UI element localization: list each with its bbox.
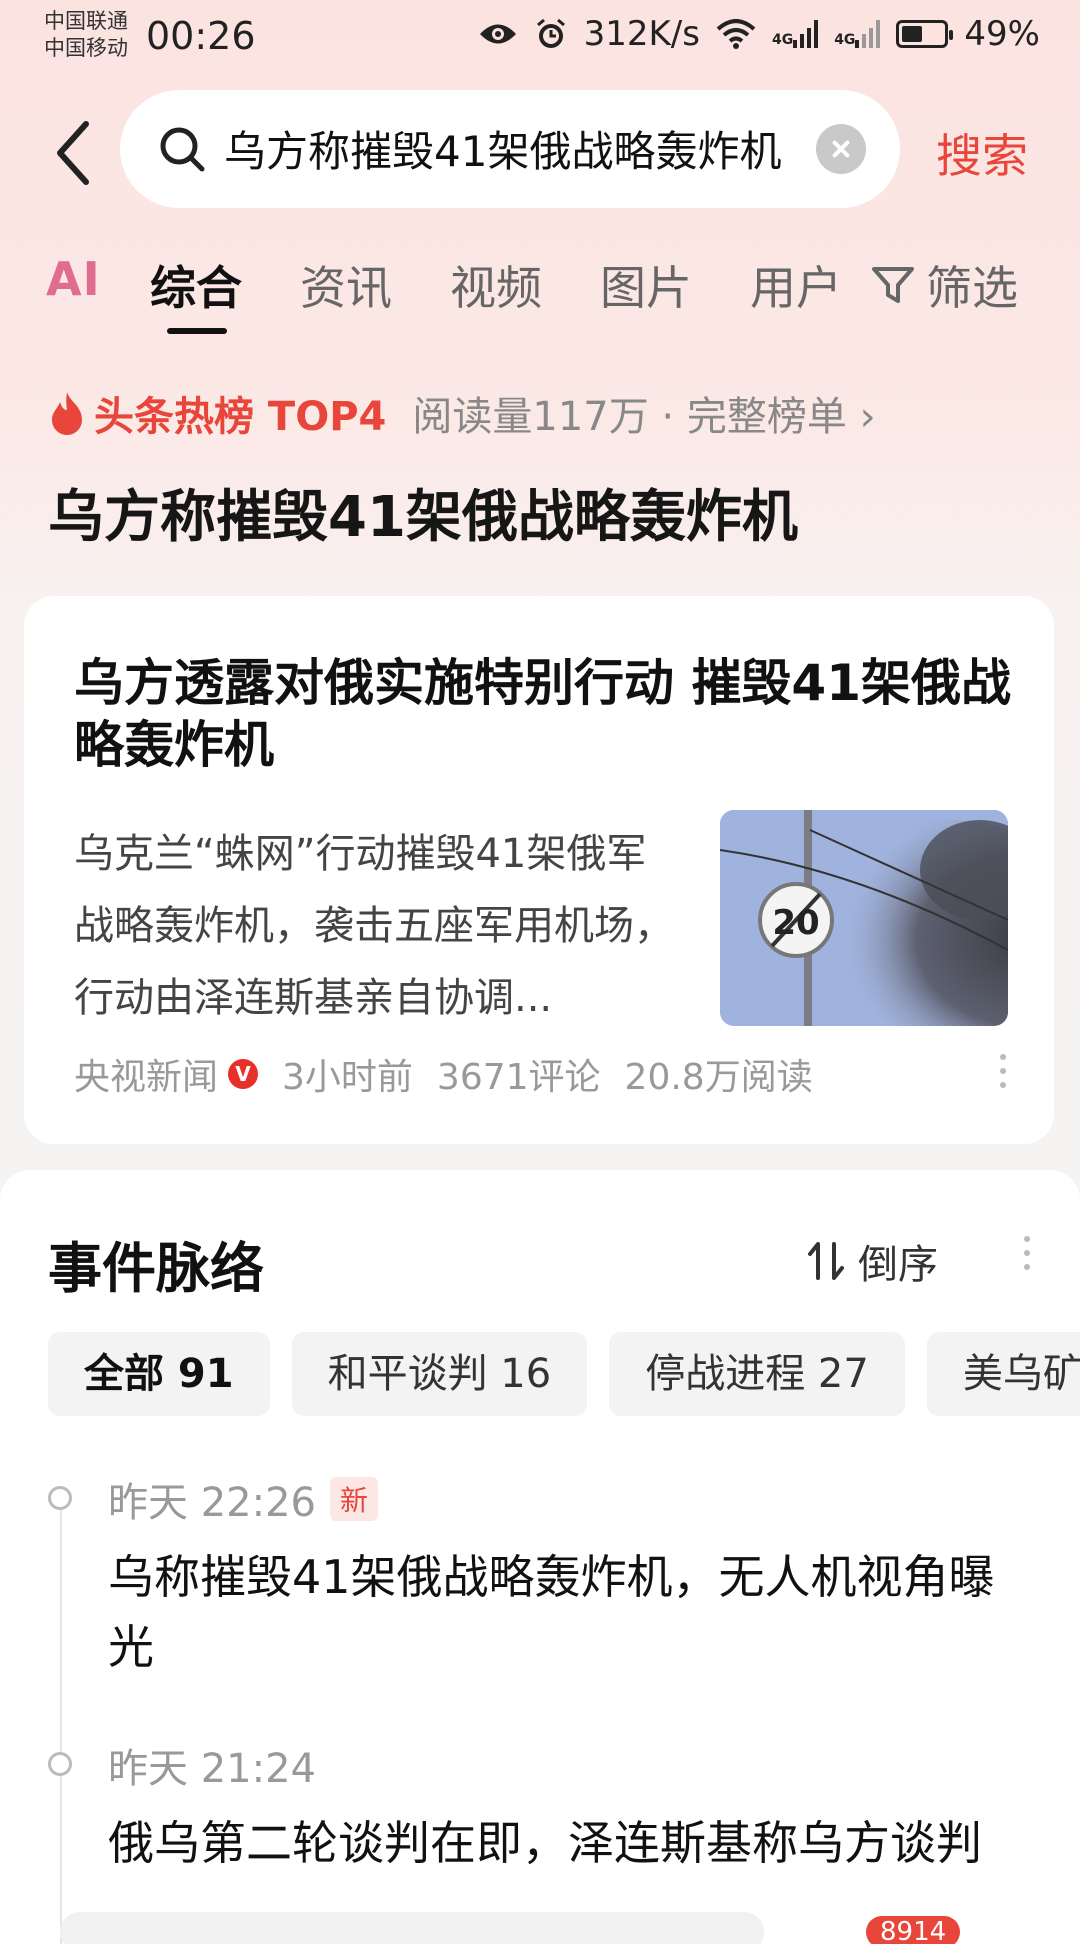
- battery-icon: [896, 20, 954, 48]
- filter-icon: [872, 267, 914, 303]
- tab-comprehensive[interactable]: 综合: [150, 252, 242, 318]
- comment-input-bar[interactable]: [60, 1912, 764, 1944]
- search-button[interactable]: 搜索: [936, 120, 1028, 186]
- timeline-text[interactable]: 乌称摧毁41架俄战略轰炸机，无人机视角曝光: [108, 1542, 1038, 1682]
- more-options-icon[interactable]: [1000, 1054, 1008, 1094]
- timeline-time: 昨天 22:26 新: [108, 1470, 379, 1528]
- clear-icon[interactable]: [816, 124, 866, 174]
- tab-ai[interactable]: AI: [46, 252, 101, 306]
- sort-icon: [808, 1242, 844, 1280]
- net-speed: 312K/s: [583, 14, 700, 54]
- verified-badge-icon: V: [228, 1059, 259, 1089]
- timeline-time-text: 昨天 22:26: [108, 1480, 316, 1526]
- news-thumbnail[interactable]: 20: [720, 810, 1008, 1026]
- active-tab-indicator: [167, 328, 227, 334]
- timeline-dot: [48, 1752, 72, 1776]
- timeline-time: 昨天 21:24: [108, 1736, 316, 1794]
- hot-meta[interactable]: 阅读量117万 · 完整榜单 ›: [412, 384, 875, 442]
- news-card-snippet: 乌克兰“蛛网”行动摧毁41架俄军战略轰炸机，袭击五座军用机场，行动由泽连斯基亲自…: [74, 831, 674, 1021]
- carrier-2: 中国移动: [44, 36, 128, 60]
- thumb-sign-text: 20: [772, 903, 819, 943]
- signal-icon-2: 4G: [834, 20, 881, 48]
- timeline-time-text: 昨天 21:24: [108, 1746, 316, 1792]
- news-card[interactable]: 乌方透露对俄实施特别行动 摧毁41架俄战略轰炸机 乌克兰“蛛网”行动摧毁41架俄…: [24, 596, 1054, 1144]
- timeline-title: 事件脉络: [48, 1237, 264, 1300]
- news-card-meta: 央视新闻 V 3小时前 3671评论 20.8万阅读: [74, 1048, 813, 1100]
- sort-button[interactable]: 倒序: [806, 1232, 938, 1290]
- alarm-icon: [536, 18, 565, 48]
- search-input[interactable]: 乌方称摧毁41架俄战略轰炸机: [120, 90, 900, 208]
- timeline-line: [60, 1490, 62, 1944]
- chip-peace-talks[interactable]: 和平谈判 16: [291, 1332, 588, 1416]
- tab-images[interactable]: 图片: [600, 252, 692, 318]
- carrier-1: 中国联通: [44, 9, 128, 33]
- chip-us-ukraine[interactable]: 美乌矿: [926, 1332, 1080, 1416]
- search-query[interactable]: 乌方称摧毁41架俄战略轰炸机: [224, 118, 904, 179]
- tab-bar: AI 综合 资讯 视频 图片 用户 筛选: [0, 252, 1080, 334]
- timeline-text[interactable]: 俄乌第二轮谈判在即，泽连斯基称乌方谈判: [108, 1808, 1038, 1878]
- comment-count-badge: 8914: [866, 1916, 961, 1944]
- news-comments: 3671评论: [436, 1057, 601, 1098]
- category-chips: 全部 91 和平谈判 16 停战进程 27 美乌矿: [48, 1332, 1080, 1416]
- timeline-dot: [48, 1486, 72, 1510]
- signal-icon: 4G: [771, 20, 819, 48]
- hot-rank-label: 头条热榜 TOP4: [94, 394, 387, 440]
- news-source[interactable]: 央视新闻: [74, 1048, 218, 1100]
- new-badge: 新: [330, 1477, 379, 1521]
- news-reads: 20.8万阅读: [624, 1057, 813, 1098]
- battery-percent: 49%: [964, 14, 1040, 54]
- wifi-icon: [716, 19, 756, 49]
- event-timeline-section: 事件脉络 倒序 全部 91 和平谈判 16 停战进程 27 美乌矿 昨天 22:26 …: [0, 1170, 1080, 1944]
- filter-label: 筛选: [926, 261, 1018, 315]
- status-bar: 中国联通 中国移动 00:26 312K/s 4G 4G 49%: [0, 0, 1080, 80]
- hot-topic-title: 乌方称摧毁41架俄战略轰炸机: [48, 485, 798, 550]
- clock: 00:26: [146, 14, 256, 58]
- hot-list-bar[interactable]: 头条热榜 TOP4 阅读量117万 · 完整榜单 ›: [48, 384, 876, 442]
- news-card-title[interactable]: 乌方透露对俄实施特别行动 摧毁41架俄战略轰炸机: [74, 652, 1014, 776]
- tab-video[interactable]: 视频: [450, 252, 542, 318]
- search-icon: [160, 127, 205, 172]
- carrier-info: 中国联通 中国移动: [44, 8, 128, 62]
- net-type-1: 4G: [771, 32, 794, 48]
- chip-ceasefire[interactable]: 停战进程 27: [609, 1332, 905, 1416]
- net-type-2: 4G: [834, 32, 856, 48]
- back-arrow-icon[interactable]: [52, 118, 92, 188]
- thumbnail-image: 20: [720, 810, 1008, 1026]
- status-icons: 312K/s 4G 4G 49%: [478, 14, 1040, 54]
- timeline-more-icon[interactable]: [1024, 1236, 1032, 1278]
- chip-all[interactable]: 全部 91: [48, 1332, 270, 1416]
- sort-label: 倒序: [858, 1242, 938, 1288]
- tab-news[interactable]: 资讯: [300, 252, 392, 318]
- tab-users[interactable]: 用户: [750, 252, 842, 318]
- fire-icon: [52, 392, 82, 435]
- filter-button[interactable]: 筛选: [870, 252, 1018, 318]
- eye-icon: [479, 24, 516, 44]
- news-time: 3小时前: [282, 1057, 413, 1098]
